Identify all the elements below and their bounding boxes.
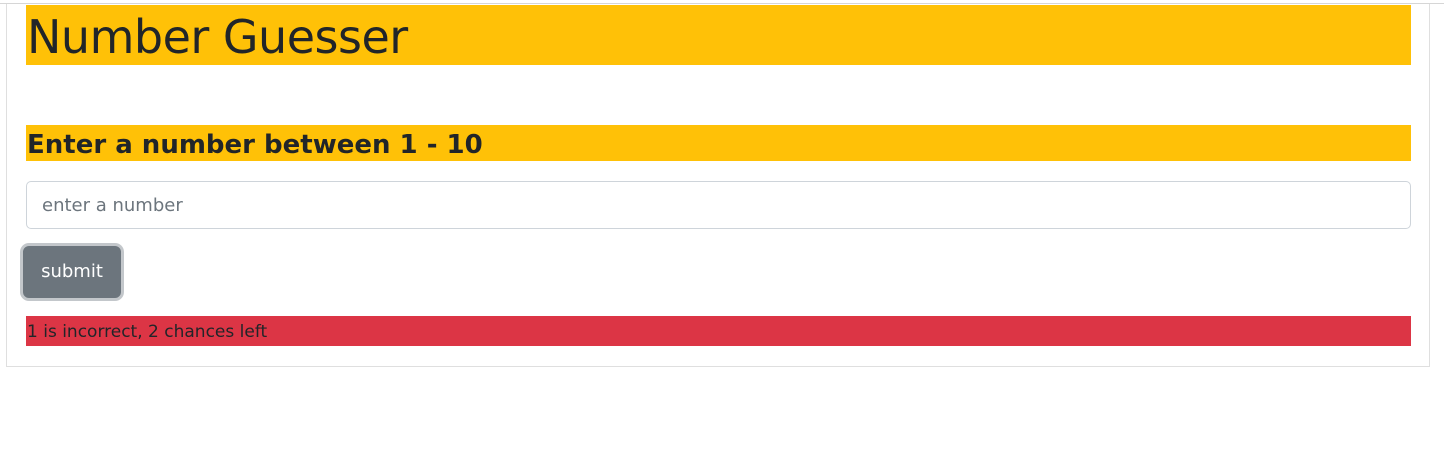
submit-button[interactable]: submit: [23, 246, 121, 298]
guess-input[interactable]: [26, 181, 1411, 229]
page-title: Number Guesser: [26, 5, 1411, 65]
instructions-heading: Enter a number between 1 - 10: [26, 125, 1411, 161]
result-message: 1 is incorrect, 2 chances left: [26, 316, 1411, 346]
